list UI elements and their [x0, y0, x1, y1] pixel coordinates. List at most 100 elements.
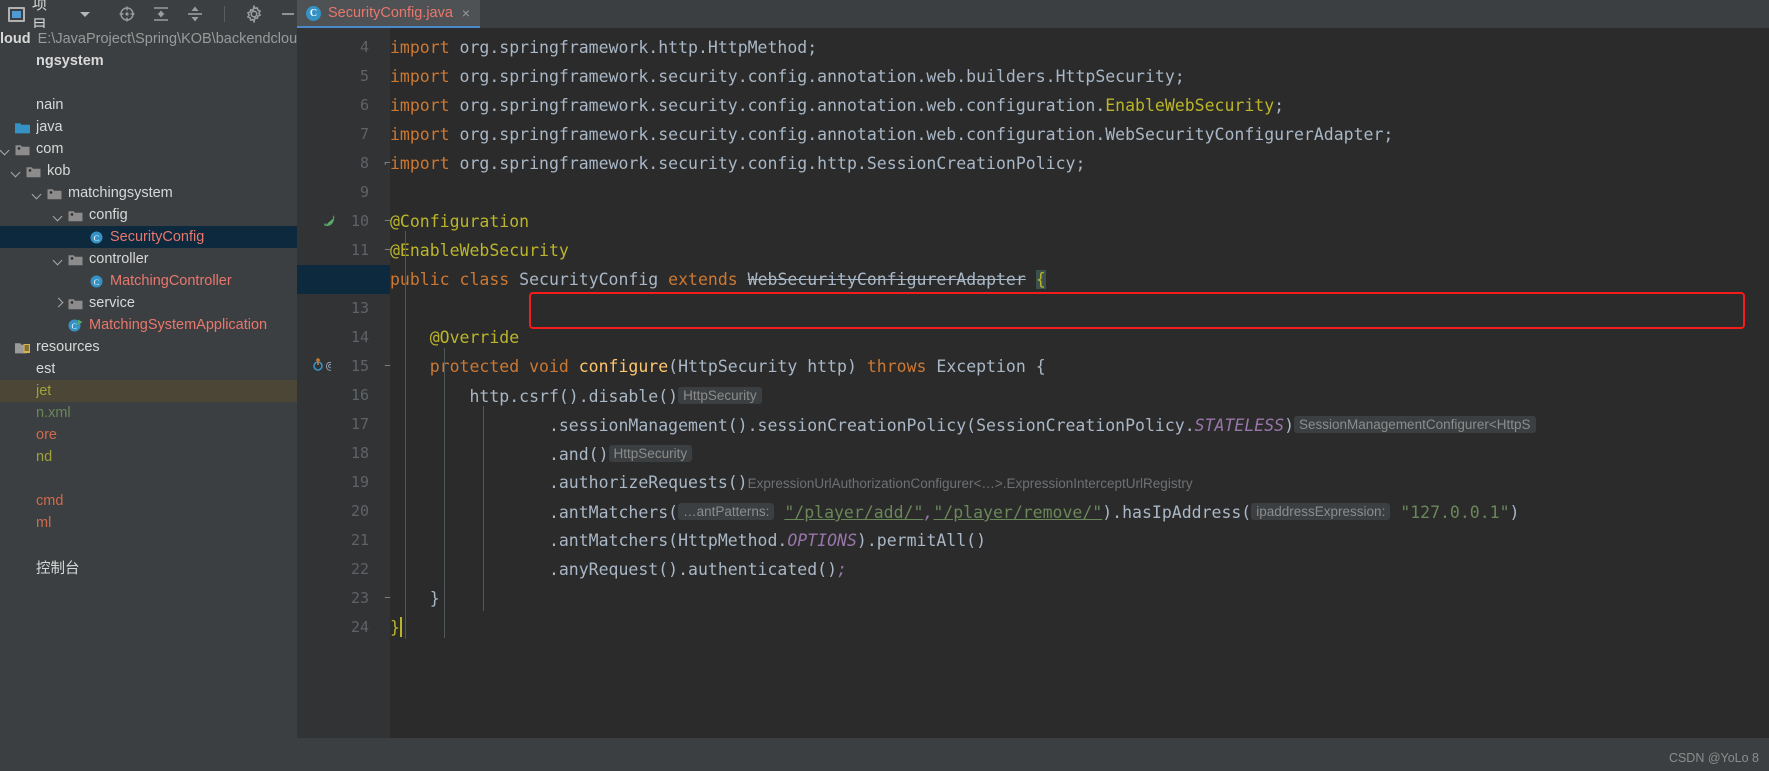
project-tree-panel[interactable]: loud E:\JavaProject\Spring\KOB\backendcl… [0, 28, 297, 771]
tree-icon-spacer [14, 472, 31, 487]
chevron-right-icon[interactable] [53, 298, 64, 309]
breadcrumb-path: E:\JavaProject\Spring\KOB\backendcloud [37, 31, 297, 47]
tree-node-service[interactable]: service [0, 292, 297, 314]
tree-node-ml[interactable]: ml [0, 512, 297, 534]
tree-node-securityconfig[interactable]: C SecurityConfig [0, 226, 297, 248]
tree-node-kob[interactable]: kob [0, 160, 297, 182]
code-line[interactable]: import org.springframework.security.conf… [390, 149, 1085, 178]
chevron-down-icon[interactable] [80, 11, 90, 17]
chevron-down-icon[interactable] [32, 188, 43, 199]
tree-node-jet[interactable]: jet [0, 380, 297, 402]
java-class-icon: C [306, 5, 321, 21]
project-tree[interactable]: ngsystem nain java com kob matchingsystem conf… [0, 50, 297, 578]
code-line[interactable]: .antMatchers(…antPatterns: "/player/add/… [390, 497, 1519, 526]
tree-node-matchingsystem[interactable]: matchingsystem [0, 182, 297, 204]
indent-guide [444, 348, 445, 638]
tree-node-ore[interactable]: ore [0, 424, 297, 446]
code-line[interactable]: .anyRequest().authenticated(); [390, 555, 847, 584]
package-folder-icon [67, 208, 84, 223]
watermark-text: CSDN @YoLo 8 [1668, 751, 1759, 765]
code-token: .and() [390, 445, 609, 464]
tree-node--[interactable]: 控制台 [0, 556, 297, 578]
tree-node-com[interactable]: com [0, 138, 297, 160]
code-fold-marker[interactable]: ⌐ [383, 149, 392, 178]
tree-node-blank[interactable] [0, 468, 297, 490]
code-line[interactable]: .sessionManagement().sessionCreationPoli… [390, 410, 1536, 439]
code-token: org.springframework.security.config.anno… [459, 67, 1185, 86]
tree-node-ngsystem[interactable]: ngsystem [0, 50, 297, 72]
tree-node-blank[interactable] [0, 534, 297, 556]
code-token: "127.0.0.1" [1400, 503, 1510, 522]
expand-all-icon[interactable] [152, 5, 170, 23]
code-line[interactable]: public class SecurityConfig extends WebS… [390, 265, 1046, 294]
code-line[interactable]: .and() HttpSecurity [390, 439, 693, 468]
code-token: import [390, 96, 460, 115]
tree-node-resources[interactable]: resources [0, 336, 297, 358]
tree-node-label: 控制台 [36, 560, 80, 577]
code-fold-marker[interactable]: − [383, 584, 392, 613]
tree-node-cmd[interactable]: cmd [0, 490, 297, 512]
code-token: .antMatchers( [390, 503, 679, 522]
code-token: org.springframework.security.config.http… [459, 154, 1086, 173]
code-token: @Configuration [390, 212, 530, 231]
code-line[interactable]: .antMatchers(HttpMethod.OPTIONS).permitA… [390, 526, 986, 555]
code-token: …antPatterns: [678, 503, 775, 520]
tree-node-label: MatchingController [110, 273, 232, 289]
tree-node-controller[interactable]: controller [0, 248, 297, 270]
line-number: 9 [359, 183, 369, 201]
tree-node-label: nain [36, 97, 64, 113]
code-text-area[interactable]: 4 import org.springframework.http.HttpMet… [297, 28, 1769, 771]
code-token: org.springframework.http.HttpMethod; [459, 38, 818, 57]
hide-panel-icon[interactable] [279, 5, 297, 23]
fold-strip[interactable] [380, 28, 390, 771]
tree-node-est[interactable]: est [0, 358, 297, 380]
code-line[interactable]: import org.springframework.http.HttpMeth… [390, 33, 817, 62]
tree-node-matchingsystemapplication[interactable]: C MatchingSystemApplication [0, 314, 297, 336]
code-line[interactable]: @EnableWebSecurity [390, 236, 569, 265]
code-fold-marker[interactable]: − [383, 207, 392, 236]
package-folder-icon [25, 164, 42, 179]
tree-node-matchingcontroller[interactable]: C MatchingController [0, 270, 297, 292]
code-token: , [923, 503, 934, 522]
close-icon[interactable]: × [462, 6, 470, 20]
tree-icon-spacer [14, 98, 31, 113]
package-folder-icon [46, 186, 63, 201]
editor-tab-securityconfig[interactable]: C SecurityConfig.java × [297, 0, 481, 28]
tree-node-nd[interactable]: nd [0, 446, 297, 468]
gear-icon[interactable] [245, 4, 263, 24]
code-fold-marker[interactable]: − [383, 236, 392, 265]
code-fold-marker[interactable]: − [383, 352, 392, 381]
code-line[interactable]: protected void configure(HttpSecurity ht… [390, 352, 1046, 381]
code-line[interactable]: @Configuration [390, 207, 529, 236]
chevron-down-icon[interactable] [11, 166, 22, 177]
code-token: HttpSecurity [608, 445, 693, 462]
chevron-down-icon[interactable] [0, 144, 11, 155]
tree-node-blank[interactable] [0, 72, 297, 94]
code-line[interactable]: import org.springframework.security.conf… [390, 91, 1284, 120]
code-editor[interactable]: C@ 4import org.springframework.http.Http… [297, 28, 1769, 771]
code-token: ) [1284, 416, 1294, 435]
tree-node-config[interactable]: config [0, 204, 297, 226]
line-number: 20 [350, 502, 369, 520]
code-line[interactable]: http.csrf().disable() HttpSecurity [390, 381, 762, 410]
code-line[interactable]: import org.springframework.security.conf… [390, 120, 1393, 149]
code-token: } [390, 618, 400, 637]
package-folder-icon [67, 296, 84, 311]
tree-node-n-xml[interactable]: n.xml [0, 402, 297, 424]
tree-icon-spacer [14, 406, 31, 421]
chevron-down-icon[interactable] [53, 254, 64, 265]
locate-icon[interactable] [118, 5, 136, 23]
code-line[interactable]: } [390, 613, 402, 642]
tree-node-java[interactable]: java [0, 116, 297, 138]
tree-icon-spacer [14, 428, 31, 443]
code-line[interactable]: import org.springframework.security.conf… [390, 62, 1185, 91]
code-line[interactable]: @Override [390, 323, 519, 352]
code-line[interactable]: .authorizeRequests()ExpressionUrlAuthori… [390, 468, 1193, 497]
chevron-down-icon[interactable] [53, 210, 64, 221]
code-line[interactable]: } [390, 584, 440, 613]
tree-icon-spacer [14, 560, 31, 575]
collapse-all-icon[interactable] [186, 5, 204, 23]
tree-node-nain[interactable]: nain [0, 94, 297, 116]
